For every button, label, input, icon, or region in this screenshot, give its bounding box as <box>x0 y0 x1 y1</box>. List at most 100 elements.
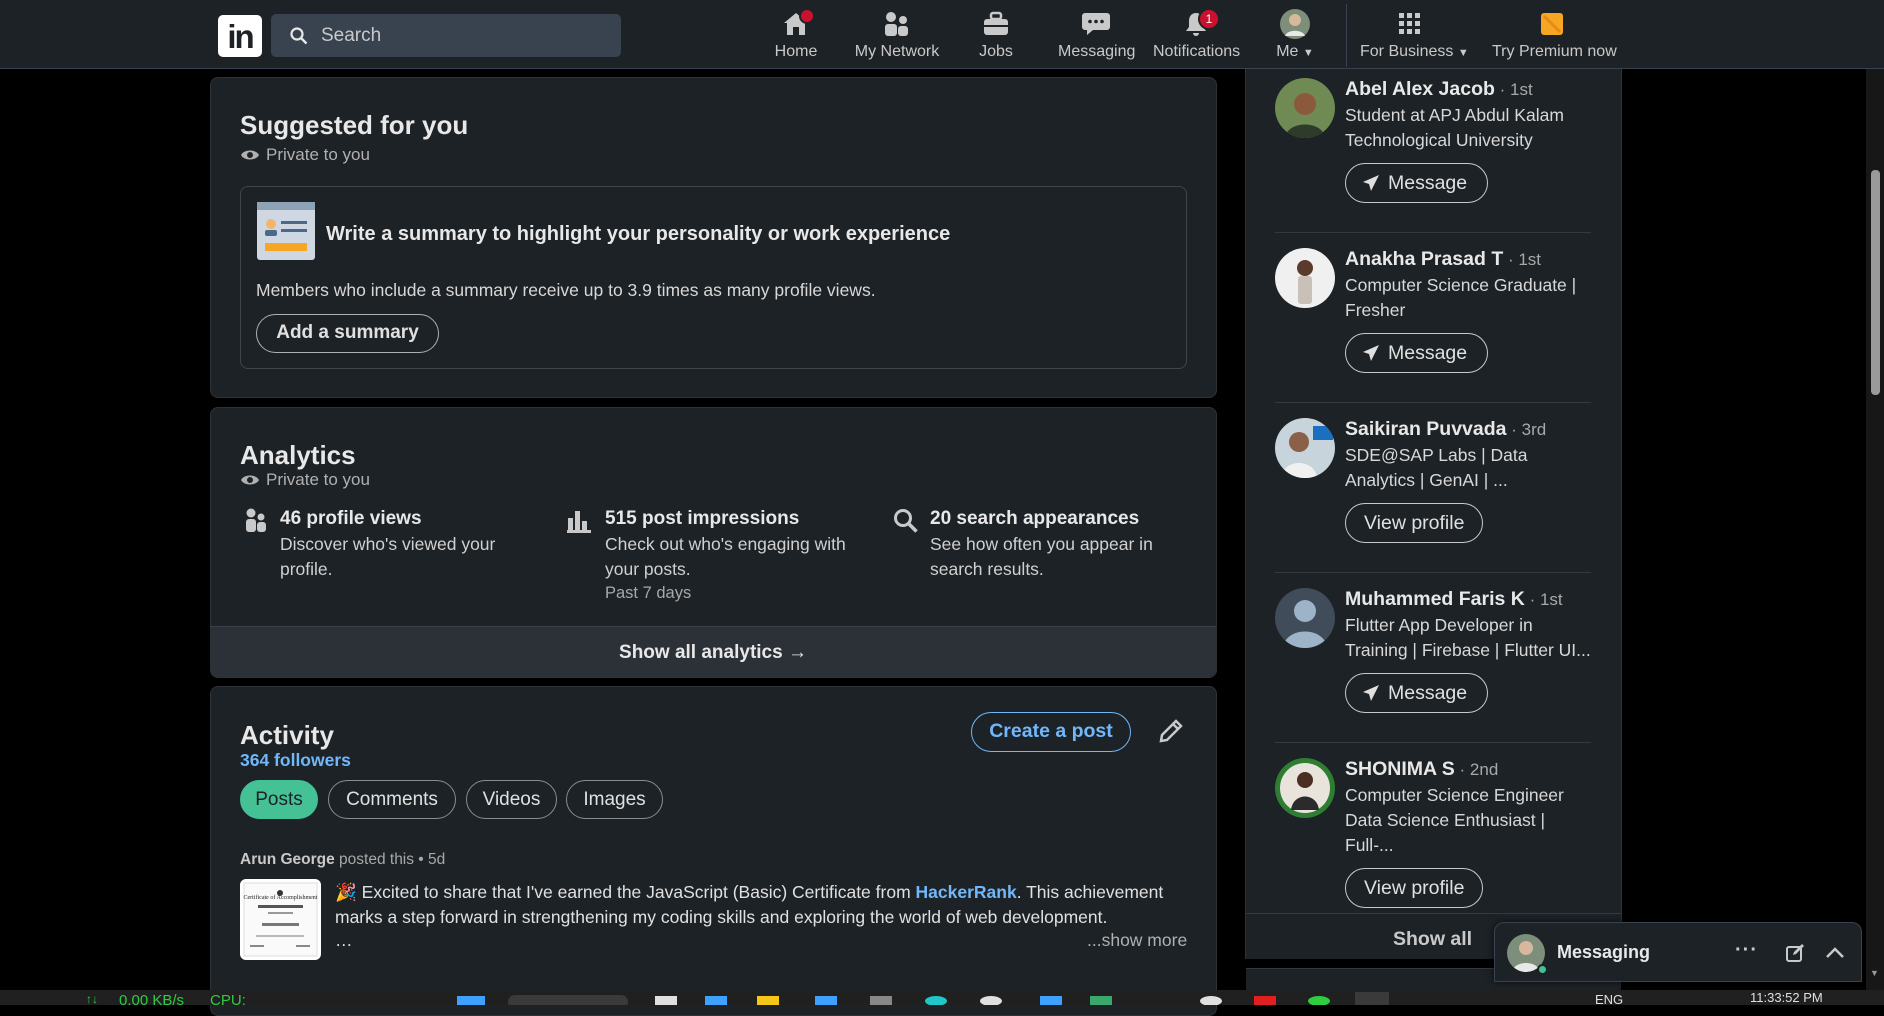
show-all-people-button[interactable]: Show all <box>1393 928 1472 951</box>
search-input[interactable] <box>319 14 609 57</box>
create-post-button[interactable]: Create a post <box>971 712 1131 752</box>
app-icon[interactable] <box>1090 996 1112 1005</box>
grid-icon <box>1397 11 1423 37</box>
app-icon[interactable] <box>1308 996 1330 1005</box>
scroll-down-arrow[interactable]: ▼ <box>1870 968 1879 978</box>
avatar[interactable] <box>1275 418 1335 478</box>
folder-icon[interactable] <box>757 996 779 1005</box>
private-label: Private to you <box>266 470 370 489</box>
tab-posts[interactable]: Posts <box>240 780 318 819</box>
language-indicator[interactable]: ENG <box>1595 992 1623 1005</box>
send-icon <box>1362 174 1380 192</box>
nav-jobs-label: Jobs <box>979 43 1013 60</box>
avatar-icon <box>1280 9 1310 39</box>
search-appearances-stat[interactable]: 20 search appearances See how often you … <box>930 508 1200 582</box>
linkedin-logo[interactable]: in <box>218 15 262 57</box>
avatar[interactable] <box>1275 78 1335 138</box>
avatar[interactable] <box>1275 758 1335 818</box>
app-icon[interactable] <box>980 996 1002 1005</box>
windows-start-icon[interactable] <box>457 996 485 1005</box>
eye-icon <box>240 473 260 487</box>
post-ellipsis: … <box>335 930 353 950</box>
message-button[interactable]: Message <box>1345 333 1489 373</box>
edit-pencil-icon[interactable] <box>1157 717 1185 745</box>
tab-images[interactable]: Images <box>566 780 663 819</box>
connection-degree: · 3rd <box>1506 420 1547 439</box>
tab-comments[interactable]: Comments <box>328 780 456 819</box>
scrollbar-track[interactable]: ▲ ▼ <box>1866 0 1884 990</box>
nav-try-premium[interactable]: Try Premium now <box>1492 8 1617 64</box>
windows-taskbar: ↑↓ 0.00 KB/s CPU: ENG 11:33:52 PM <box>0 990 1884 1005</box>
search-bar[interactable] <box>271 14 621 57</box>
post-impressions-stat[interactable]: 515 post impressions Check out who's eng… <box>605 508 875 603</box>
eye-icon <box>240 148 260 162</box>
chevron-down-icon: ▼ <box>1302 47 1314 59</box>
send-icon <box>1362 684 1380 702</box>
app-icon[interactable] <box>1200 996 1222 1005</box>
divider <box>1246 913 1621 914</box>
cpu-label: CPU: <box>210 992 246 1005</box>
message-button[interactable]: Message <box>1345 163 1489 203</box>
app-icon[interactable] <box>925 996 947 1005</box>
people-icon <box>882 11 912 37</box>
post-author[interactable]: Arun George <box>240 851 335 868</box>
avatar[interactable] <box>1275 248 1335 308</box>
avatar[interactable] <box>1275 588 1335 648</box>
stat-meta: Past 7 days <box>605 584 692 602</box>
nav-for-business[interactable]: For Business ▼ <box>1360 8 1469 64</box>
taskbar-search-icon[interactable] <box>508 995 628 1005</box>
post-thumbnail[interactable]: Certificate of Accomplishment <box>240 879 321 960</box>
profile-views-stat[interactable]: 46 profile views Discover who's viewed y… <box>280 508 550 582</box>
nav-home[interactable]: Home <box>771 8 821 64</box>
view-profile-button[interactable]: View profile <box>1345 868 1484 908</box>
followers-link[interactable]: 364 followers <box>240 750 351 771</box>
show-more-link[interactable]: ...show more <box>1087 930 1187 951</box>
chevron-up-icon[interactable] <box>1825 945 1845 959</box>
profile-card-icon <box>256 201 316 261</box>
more-options-icon[interactable]: ··· <box>1735 939 1758 962</box>
person-name[interactable]: Muhammed Faris K · 1st <box>1345 588 1595 611</box>
person-name[interactable]: Abel Alex Jacob · 1st <box>1345 78 1595 101</box>
nav-me[interactable]: Me ▼ <box>1272 8 1318 64</box>
app-icon[interactable] <box>815 996 837 1005</box>
activity-title: Activity <box>240 720 334 750</box>
app-icon-active[interactable] <box>1355 992 1389 1005</box>
app-icon[interactable] <box>870 996 892 1005</box>
divider <box>1275 742 1591 743</box>
tab-videos[interactable]: Videos <box>466 780 557 819</box>
show-all-analytics-button[interactable]: Show all analytics → <box>210 626 1216 677</box>
button-label: Message <box>1388 341 1468 364</box>
nav-messaging-label: Messaging <box>1058 43 1136 60</box>
person-name[interactable]: Anakha Prasad T · 1st <box>1345 248 1595 271</box>
person-name[interactable]: SHONIMA S · 2nd <box>1345 758 1595 781</box>
nav-divider <box>1346 4 1347 67</box>
app-icon[interactable] <box>1254 996 1276 1005</box>
add-summary-button[interactable]: Add a summary <box>256 314 439 353</box>
nav-notifications[interactable]: 1 Notifications <box>1153 8 1240 64</box>
hackerrank-link[interactable]: HackerRank <box>916 882 1017 902</box>
message-button[interactable]: Message <box>1345 673 1489 713</box>
nav-messaging[interactable]: Messaging <box>1058 8 1136 64</box>
clock[interactable]: 11:33:52 PM <box>1750 990 1823 1005</box>
scrollbar-thumb[interactable] <box>1871 170 1880 395</box>
app-icon[interactable] <box>655 996 677 1005</box>
summary-card-text: Members who include a summary receive up… <box>256 280 876 300</box>
app-icon[interactable] <box>705 996 727 1005</box>
people-icon <box>243 508 269 534</box>
chat-icon <box>1081 11 1111 37</box>
nav-me-label: Me ▼ <box>1272 43 1318 61</box>
home-notification-dot <box>799 8 815 24</box>
certificate-image <box>243 882 318 957</box>
app-icon[interactable] <box>1040 996 1062 1005</box>
post-text: 🎉 Excited to share that I've earned the … <box>335 880 1185 930</box>
nav-my-network[interactable]: My Network <box>853 8 941 64</box>
stat-desc: See how often you appear in search resul… <box>930 534 1153 579</box>
stat-desc: Check out who's engaging with your posts… <box>605 534 846 579</box>
nav-jobs[interactable]: Jobs <box>976 8 1016 64</box>
nav-try-premium-label: Try Premium now <box>1492 43 1617 60</box>
compose-icon[interactable] <box>1785 943 1805 963</box>
chevron-down-icon: ▼ <box>1457 47 1469 59</box>
messaging-dock[interactable]: Messaging ··· <box>1494 922 1862 982</box>
view-profile-button[interactable]: View profile <box>1345 503 1484 543</box>
person-name[interactable]: Saikiran Puvvada · 3rd <box>1345 418 1595 441</box>
